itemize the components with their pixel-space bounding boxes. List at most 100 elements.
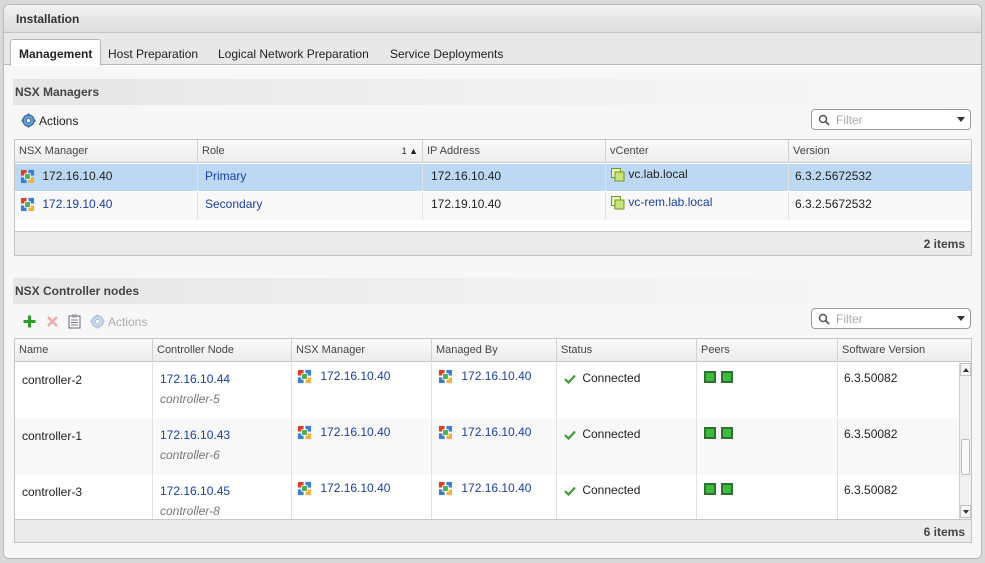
managed-by-cell: 172.16.10.40 (432, 419, 557, 475)
nsx-manager-icon (438, 482, 453, 496)
nsx-manager-icon (438, 426, 453, 440)
peer-status-icon (721, 427, 733, 439)
version-value: 6.3.2.5672532 (795, 169, 872, 183)
controller-node-cell: 172.16.10.45 controller-8 (153, 475, 292, 519)
controllers-actions-button[interactable]: Actions (90, 314, 147, 329)
nsx-controllers-grid: Name Controller Node NSX Manager Managed… (14, 338, 972, 543)
table-row[interactable]: 172.19.10.40 Secondary 172.19.10.40 vc-r… (15, 192, 971, 220)
col-managed-by[interactable]: Managed By (432, 339, 557, 362)
manager-value: 172.16.10.40 (42, 169, 113, 183)
window-title: Installation (4, 5, 981, 33)
table-row[interactable]: controller-3 172.16.10.45 controller-8 1… (15, 475, 971, 519)
controllers-toolbar: Actions (23, 314, 147, 329)
controller-node-id: controller-8 (160, 504, 220, 518)
nsx-manager-cell: 172.16.10.40 (292, 475, 432, 519)
managers-actions-button[interactable]: Actions (21, 113, 78, 128)
nsx-manager-cell: 172.16.10.40 (292, 363, 432, 419)
table-row[interactable]: 172.16.10.40 Primary 172.16.10.40 vc.lab… (15, 164, 971, 191)
col-software-version[interactable]: Software Version (838, 339, 971, 362)
manager-link[interactable]: 172.19.10.40 (42, 197, 112, 211)
ip-value: 172.19.10.40 (423, 192, 606, 220)
version-value: 6.3.2.5672532 (795, 197, 872, 211)
col-controller-node[interactable]: Controller Node (153, 339, 292, 362)
peers-cell (697, 475, 838, 519)
controllers-filter-input[interactable] (836, 311, 956, 326)
vcenter-link[interactable]: vc-rem.lab.local (628, 195, 712, 209)
col-peers[interactable]: Peers (697, 339, 838, 362)
col-nsx-manager[interactable]: NSX Manager (292, 339, 432, 362)
controller-node-link[interactable]: 172.16.10.44 (160, 369, 291, 389)
tab-service-deployments[interactable]: Service Deployments (390, 43, 503, 65)
scroll-up-button[interactable] (960, 363, 971, 376)
nsx-manager-cell: 172.16.10.40 (292, 419, 432, 475)
managers-grid-header: NSX Manager Role 1 ▲ IP Address vCenter … (15, 140, 971, 163)
nsx-manager-icon (20, 170, 35, 184)
vcenter-cell: vc.lab.local (606, 164, 789, 191)
col-role[interactable]: Role 1 ▲ (198, 140, 423, 163)
peer-status-icon (704, 483, 716, 495)
scroll-down-button[interactable] (960, 505, 971, 518)
nsx-manager-icon (297, 482, 312, 496)
status-value: Connected (582, 427, 641, 441)
col-nsx-manager[interactable]: NSX Manager (15, 140, 198, 163)
nsx-managers-header: NSX Managers (13, 79, 972, 105)
managed-by-link[interactable]: 172.16.10.40 (461, 369, 531, 383)
gear-icon (21, 113, 36, 128)
tab-logical-network-preparation[interactable]: Logical Network Preparation (218, 43, 369, 65)
tab-bar: Management Host Preparation Logical Netw… (4, 33, 981, 66)
status-cell: Connected (557, 419, 697, 475)
check-icon (564, 374, 576, 384)
controller-node-id: controller-6 (160, 448, 220, 462)
managed-by-link[interactable]: 172.16.10.40 (461, 425, 531, 439)
manager-cell: 172.19.10.40 (15, 192, 198, 220)
managers-actions-label: Actions (39, 113, 79, 128)
nsx-managers-grid: NSX Manager Role 1 ▲ IP Address vCenter … (14, 139, 972, 256)
table-row[interactable]: controller-2 172.16.10.44 controller-5 1… (15, 363, 971, 419)
scroll-thumb[interactable] (961, 439, 970, 475)
check-icon (564, 486, 576, 496)
vcenter-value: vc.lab.local (628, 167, 688, 181)
tab-management[interactable]: Management (10, 39, 102, 66)
controllers-filter[interactable] (811, 308, 971, 329)
software-version-value: 6.3.50082 (844, 371, 898, 385)
managers-filter-input[interactable] (836, 112, 956, 127)
software-version-value: 6.3.50082 (844, 427, 898, 441)
nsx-manager-link[interactable]: 172.16.10.40 (320, 425, 390, 439)
controller-node-link[interactable]: 172.16.10.45 (160, 481, 291, 501)
ip-value: 172.16.10.40 (423, 164, 606, 191)
status-cell: Connected (557, 475, 697, 519)
vcenter-icon (611, 167, 625, 182)
controller-node-cell: 172.16.10.43 controller-6 (153, 419, 292, 475)
table-row[interactable]: controller-1 172.16.10.43 controller-6 1… (15, 419, 971, 475)
col-name[interactable]: Name (15, 339, 153, 362)
col-vcenter[interactable]: vCenter (606, 140, 789, 163)
chevron-down-icon[interactable] (957, 316, 965, 321)
managers-filter[interactable] (811, 109, 971, 130)
role-link[interactable]: Primary (198, 164, 423, 191)
peer-status-icon (704, 371, 716, 383)
col-status[interactable]: Status (557, 339, 697, 362)
chevron-down-icon[interactable] (957, 117, 965, 122)
controller-node-link[interactable]: 172.16.10.43 (160, 425, 291, 445)
col-ip-address[interactable]: IP Address (423, 140, 606, 163)
nsx-manager-link[interactable]: 172.16.10.40 (320, 481, 390, 495)
managed-by-link[interactable]: 172.16.10.40 (461, 481, 531, 495)
controller-name: controller-3 (15, 475, 153, 519)
installation-window: Installation Management Host Preparation… (3, 4, 982, 559)
status-value: Connected (582, 483, 641, 497)
col-version[interactable]: Version (789, 140, 971, 163)
nsx-manager-icon (297, 370, 312, 384)
tab-host-preparation[interactable]: Host Preparation (108, 43, 198, 65)
controllers-scrollbar[interactable] (959, 363, 971, 519)
status-cell: Connected (557, 363, 697, 419)
delete-icon[interactable] (47, 316, 58, 327)
add-icon[interactable] (23, 315, 36, 328)
clipboard-icon[interactable] (68, 314, 81, 329)
controllers-grid-header: Name Controller Node NSX Manager Managed… (15, 339, 971, 362)
managed-by-cell: 172.16.10.40 (432, 363, 557, 419)
peer-status-icon (704, 427, 716, 439)
nsx-manager-link[interactable]: 172.16.10.40 (320, 369, 390, 383)
role-link[interactable]: Secondary (198, 192, 423, 220)
search-icon (818, 313, 830, 325)
peer-status-icon (721, 371, 733, 383)
